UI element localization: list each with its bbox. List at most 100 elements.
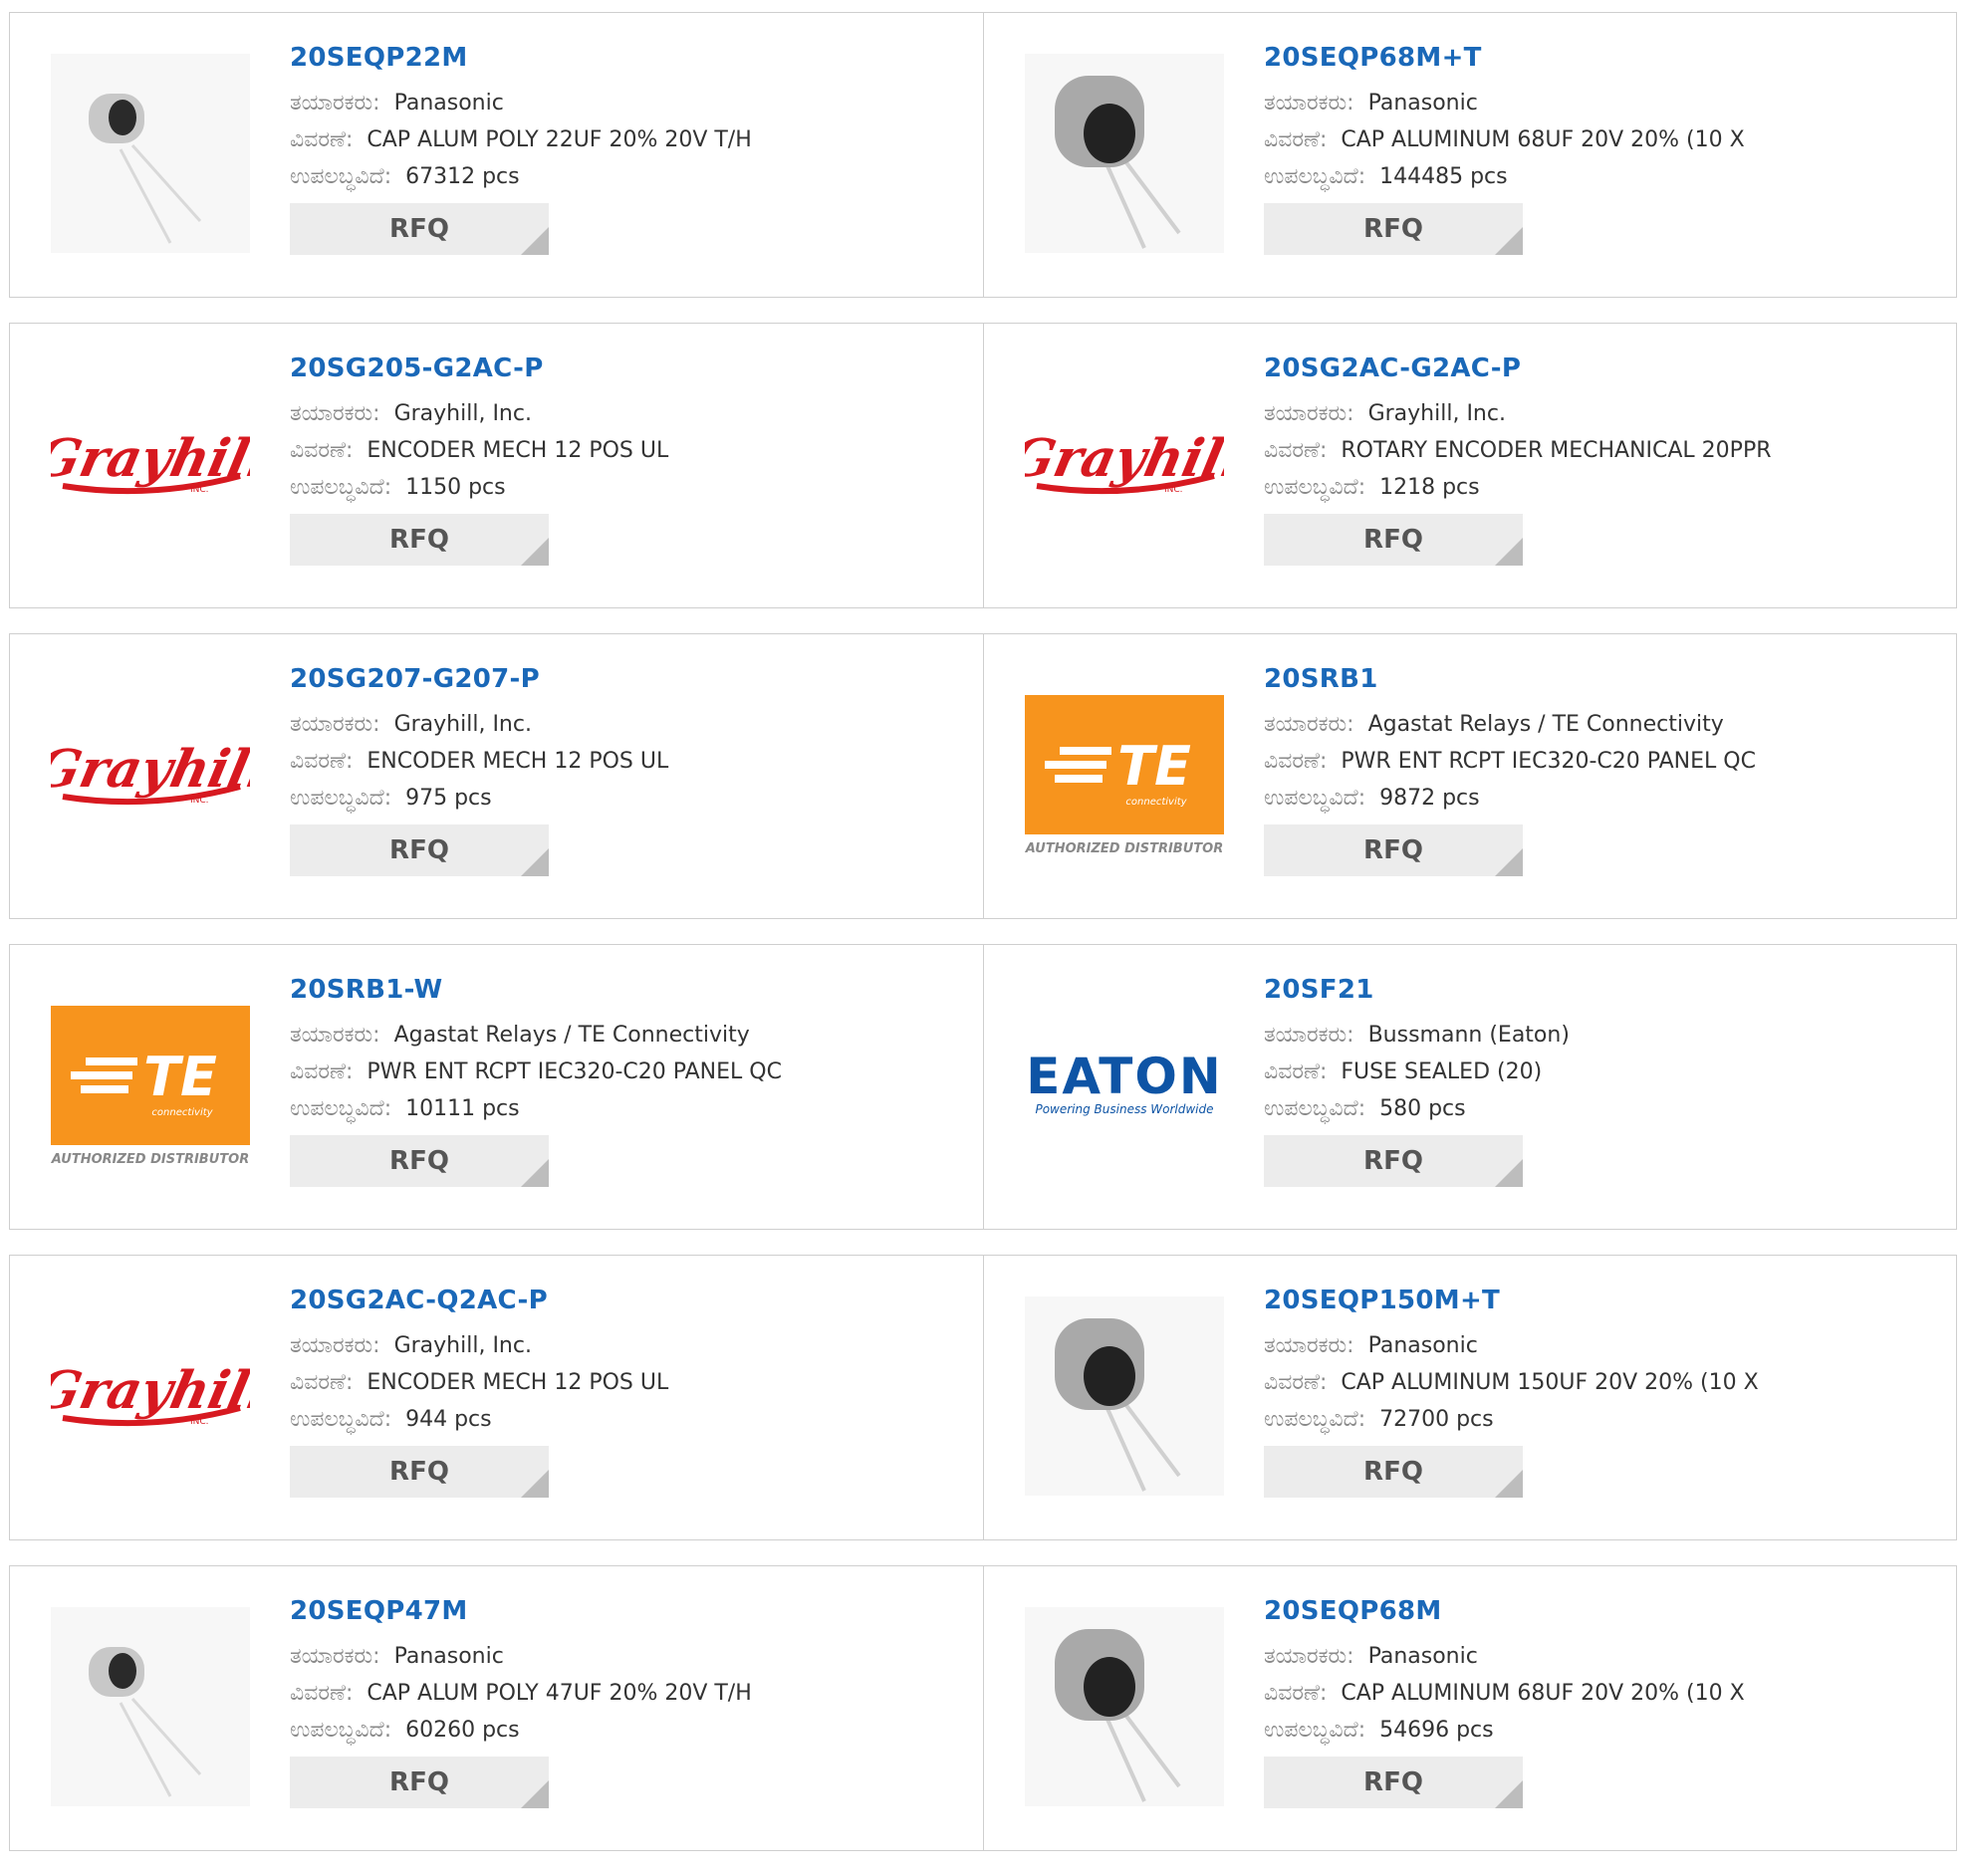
rfq-button[interactable]: RFQ bbox=[290, 514, 549, 566]
manufacturer-value: Panasonic bbox=[1367, 91, 1478, 116]
product-info: 20SRB1 ತಯಾರಕರು: Agastat Relays / TE Conne… bbox=[1264, 662, 1946, 876]
part-number-link[interactable]: 20SG2AC-Q2AC-P bbox=[290, 1284, 973, 1317]
description-row: ವಿವರಣೆ: FUSE SEALED (20) bbox=[1264, 1054, 1946, 1090]
rfq-button[interactable]: RFQ bbox=[290, 1446, 549, 1498]
available-label: ಉಪಲಬ್ಧವಿದೆ: bbox=[1264, 475, 1366, 500]
part-number-link[interactable]: 20SRB1 bbox=[1264, 662, 1946, 696]
availability-row: ಉಪಲಬ್ಧವಿದೆ: 60260 pcs bbox=[290, 1712, 973, 1749]
availability-row: ಉಪಲಬ್ಧವಿದೆ: 144485 pcs bbox=[1264, 158, 1946, 195]
te-logo-bar bbox=[1060, 747, 1111, 755]
rfq-button[interactable]: RFQ bbox=[1264, 1757, 1523, 1808]
part-number-link[interactable]: 20SRB1-W bbox=[290, 973, 973, 1007]
product-grid: 20SEQP22M ತಯಾರಕರು: Panasonic ವಿವರಣೆ: CAP A… bbox=[9, 12, 1957, 1876]
description-label: ವಿವರಣೆ: bbox=[290, 127, 354, 152]
rfq-label: RFQ bbox=[389, 835, 449, 865]
product-row: Grayhill INC. 20SG207-G207-P ತಯಾರಕರು: Gray… bbox=[9, 633, 1957, 919]
rfq-button[interactable]: RFQ bbox=[290, 1757, 549, 1808]
available-label: ಉಪಲಬ್ಧವಿದೆ: bbox=[1264, 164, 1366, 189]
rfq-button[interactable]: RFQ bbox=[1264, 514, 1523, 566]
available-value: 9872 pcs bbox=[1379, 786, 1480, 811]
manufacturer-label: ತಯಾರಕರು: bbox=[290, 1333, 380, 1358]
product-image[interactable]: TE connectivity AUTHORIZED DISTRIBUTOR bbox=[1025, 675, 1224, 874]
rfq-button[interactable]: RFQ bbox=[290, 824, 549, 876]
part-number-link[interactable]: 20SF21 bbox=[1264, 973, 1946, 1007]
product-info: 20SEQP68M ತಯಾರಕರು: Panasonic ವಿವರಣೆ: CAP A… bbox=[1264, 1594, 1946, 1808]
rfq-button[interactable]: RFQ bbox=[1264, 1446, 1523, 1498]
part-number-link[interactable]: 20SEQP68M bbox=[1264, 1594, 1946, 1628]
product-image[interactable] bbox=[1025, 54, 1224, 253]
description-row: ವಿವರಣೆ: ENCODER MECH 12 POS UL bbox=[290, 432, 973, 469]
available-value: 72700 pcs bbox=[1379, 1407, 1494, 1432]
manufacturer-label: ತಯಾರಕರು: bbox=[290, 1644, 380, 1669]
rfq-button[interactable]: RFQ bbox=[1264, 203, 1523, 255]
manufacturer-row: ತಯಾರಕರು: Panasonic bbox=[1264, 1638, 1946, 1675]
product-image[interactable] bbox=[51, 1607, 250, 1806]
capacitor-top bbox=[1084, 1657, 1135, 1717]
rfq-corner-decoration bbox=[1495, 1470, 1523, 1498]
description-label: ವಿವರಣೆ: bbox=[290, 438, 354, 463]
capacitor-top bbox=[1084, 104, 1135, 163]
te-logo-tagline: AUTHORIZED DISTRIBUTOR bbox=[51, 1152, 249, 1167]
grayhill-logo: GrayhillINC. bbox=[51, 1361, 250, 1427]
part-number-link[interactable]: 20SEQP68M+T bbox=[1264, 41, 1946, 75]
product-image[interactable]: Grayhill INC. bbox=[51, 1296, 250, 1496]
available-label: ಉಪಲಬ್ಧವಿದೆ: bbox=[1264, 1407, 1366, 1432]
grayhill-logo: GrayhillINC. bbox=[51, 429, 250, 495]
te-logo-bar bbox=[81, 1085, 128, 1093]
capacitor-large-icon bbox=[1025, 1607, 1224, 1806]
description-value: CAP ALUM POLY 22UF 20% 20V T/H bbox=[367, 127, 752, 152]
rfq-label: RFQ bbox=[389, 1457, 449, 1487]
product-image[interactable] bbox=[1025, 1607, 1224, 1806]
product-card: 20SEQP68M+T ತಯಾರಕರು: Panasonic ವಿವರಣೆ: CAP… bbox=[983, 13, 1956, 297]
description-label: ವಿವರಣೆ: bbox=[290, 1681, 354, 1706]
rfq-button[interactable]: RFQ bbox=[1264, 824, 1523, 876]
te-logo-bar bbox=[1045, 761, 1106, 769]
product-info: 20SRB1-W ತಯಾರಕರು: Agastat Relays / TE Con… bbox=[290, 973, 973, 1187]
capacitor-large-icon bbox=[1025, 1296, 1224, 1496]
part-number-link[interactable]: 20SEQP47M bbox=[290, 1594, 973, 1628]
capacitor-top bbox=[109, 100, 136, 135]
rfq-button[interactable]: RFQ bbox=[290, 1135, 549, 1187]
manufacturer-value: Grayhill, Inc. bbox=[393, 401, 532, 426]
description-value: PWR ENT RCPT IEC320-C20 PANEL QC bbox=[1341, 749, 1756, 774]
rfq-button[interactable]: RFQ bbox=[1264, 1135, 1523, 1187]
grayhill-logo-sub: INC. bbox=[190, 1417, 209, 1427]
rfq-label: RFQ bbox=[1363, 1457, 1423, 1487]
description-row: ವಿವರಣೆ: CAP ALUMINUM 150UF 20V 20% (10 X bbox=[1264, 1364, 1946, 1401]
available-value: 1218 pcs bbox=[1379, 475, 1480, 500]
rfq-label: RFQ bbox=[1363, 835, 1423, 865]
description-value: ENCODER MECH 12 POS UL bbox=[367, 1370, 669, 1395]
manufacturer-row: ತಯಾರಕರು: Panasonic bbox=[290, 1638, 973, 1675]
rfq-corner-decoration bbox=[1495, 538, 1523, 566]
description-row: ವಿವರಣೆ: ROTARY ENCODER MECHANICAL 20PPR bbox=[1264, 432, 1946, 469]
grayhill-logo: GrayhillINC. bbox=[1025, 429, 1224, 495]
rfq-corner-decoration bbox=[1495, 1780, 1523, 1808]
capacitor-large-icon bbox=[1025, 54, 1224, 253]
availability-row: ಉಪಲಬ್ಧವಿದೆ: 944 pcs bbox=[290, 1401, 973, 1438]
rfq-label: RFQ bbox=[389, 1767, 449, 1797]
product-image[interactable]: TE connectivity AUTHORIZED DISTRIBUTOR bbox=[51, 986, 250, 1185]
rfq-corner-decoration bbox=[521, 1780, 549, 1808]
product-image[interactable]: EATON Powering Business Worldwide bbox=[1025, 986, 1224, 1185]
product-image[interactable] bbox=[51, 54, 250, 253]
manufacturer-label: ತಯಾರಕರು: bbox=[290, 91, 380, 116]
part-number-link[interactable]: 20SG2AC-G2AC-P bbox=[1264, 352, 1946, 385]
part-number-link[interactable]: 20SG207-G207-P bbox=[290, 662, 973, 696]
description-label: ವಿವರಣೆ: bbox=[290, 749, 354, 774]
description-row: ವಿವರಣೆ: CAP ALUMINUM 68UF 20V 20% (10 X bbox=[1264, 121, 1946, 158]
part-number-link[interactable]: 20SG205-G2AC-P bbox=[290, 352, 973, 385]
available-value: 580 pcs bbox=[1379, 1096, 1466, 1121]
product-card: 20SEQP22M ತಯಾರಕರು: Panasonic ವಿವರಣೆ: CAP A… bbox=[10, 13, 983, 297]
rfq-button[interactable]: RFQ bbox=[290, 203, 549, 255]
product-image[interactable]: Grayhill INC. bbox=[51, 364, 250, 564]
product-image[interactable]: Grayhill INC. bbox=[51, 675, 250, 874]
part-number-link[interactable]: 20SEQP22M bbox=[290, 41, 973, 75]
rfq-label: RFQ bbox=[389, 525, 449, 555]
part-number-link[interactable]: 20SEQP150M+T bbox=[1264, 1284, 1946, 1317]
product-image[interactable] bbox=[1025, 1296, 1224, 1496]
manufacturer-value: Panasonic bbox=[1367, 1644, 1478, 1669]
manufacturer-row: ತಯಾರಕರು: Grayhill, Inc. bbox=[290, 395, 973, 432]
product-image[interactable]: Grayhill INC. bbox=[1025, 364, 1224, 564]
product-info: 20SG2AC-Q2AC-P ತಯಾರಕರು: Grayhill, Inc. ವಿ… bbox=[290, 1284, 973, 1498]
grayhill-logo-sub: INC. bbox=[1164, 485, 1183, 495]
